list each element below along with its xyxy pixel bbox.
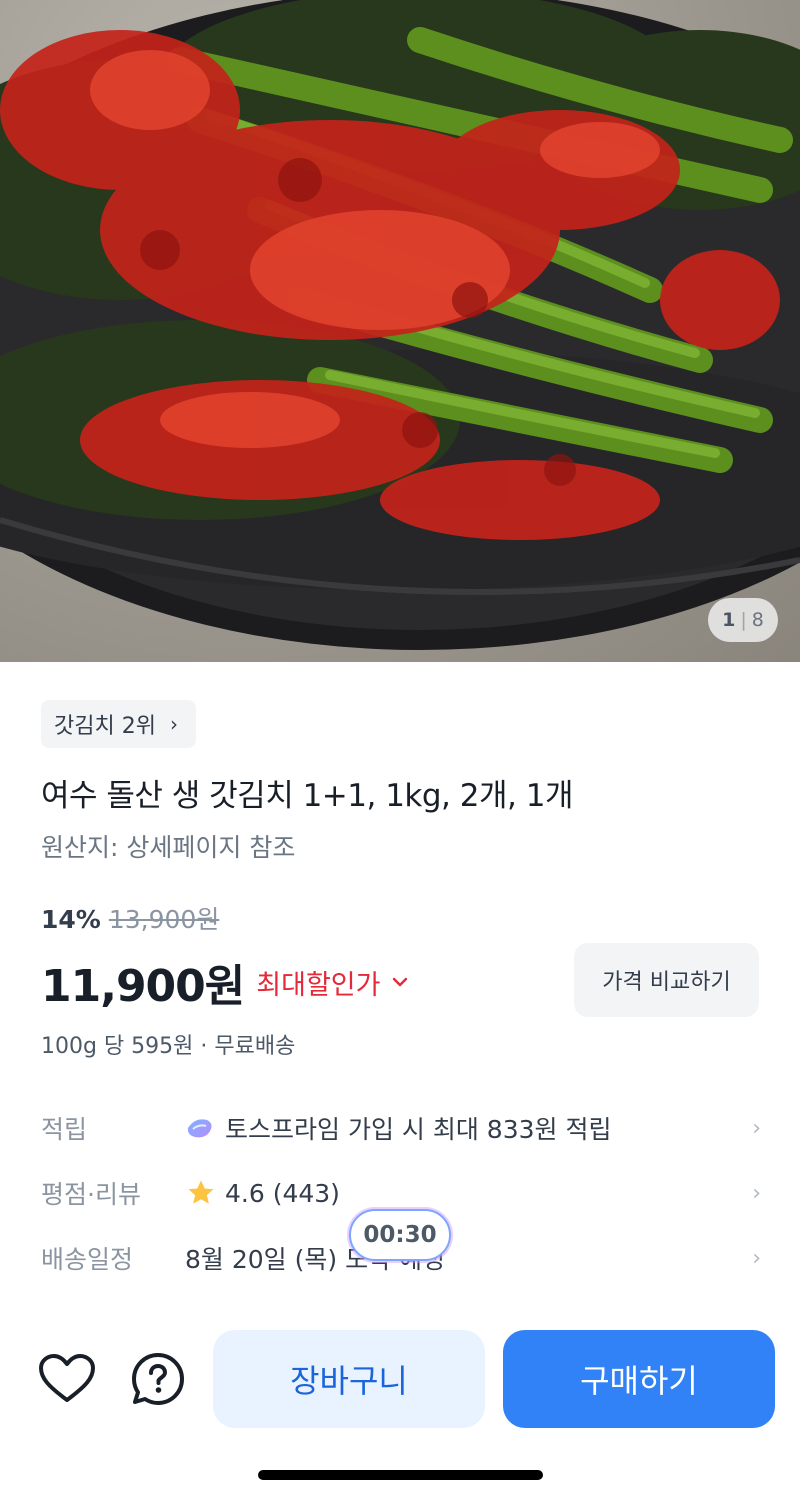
counter-total: 8: [751, 609, 764, 631]
discount-row: 14% 13,900원: [41, 900, 219, 936]
chevron-right-icon: ›: [752, 1245, 761, 1271]
product-title: 여수 돌산 생 갓김치 1+1, 1kg, 2개, 1개: [41, 778, 573, 814]
counter-current: 1: [722, 609, 736, 631]
rank-badge-label: 갓김치 2위: [54, 714, 156, 739]
sale-price: 11,900원: [41, 961, 245, 1012]
info-row-label: 배송일정: [41, 1245, 134, 1274]
kimchi-photo: [0, 0, 800, 650]
home-indicator[interactable]: [258, 1470, 543, 1480]
toss-prime-icon: [187, 1119, 212, 1138]
rank-badge[interactable]: 갓김치 2위 ›: [41, 700, 196, 748]
chevron-right-icon: ›: [169, 712, 178, 736]
max-discount-toggle[interactable]: 최대할인가: [256, 963, 408, 1002]
info-row-label: 적립: [41, 1115, 88, 1144]
chevron-down-icon: [393, 977, 408, 987]
image-counter: 1 | 8: [708, 598, 778, 642]
price-row: 11,900원 최대할인가: [41, 950, 408, 1014]
product-image[interactable]: 1 | 8: [0, 0, 800, 662]
info-row-value: 4.6 (443): [185, 1177, 340, 1209]
points-text: 토스프라임 가입 시 최대 833원 적립: [225, 1115, 612, 1144]
star-icon: [188, 1180, 214, 1204]
counter-separator: |: [740, 609, 747, 631]
chevron-right-icon: ›: [752, 1180, 761, 1206]
chevron-right-icon: ›: [752, 1115, 761, 1141]
wishlist-button[interactable]: [37, 1349, 97, 1409]
timer-badge[interactable]: 00:30: [349, 1209, 451, 1261]
info-row-label: 평점·리뷰: [41, 1180, 141, 1209]
info-row-value: 토스프라임 가입 시 최대 833원 적립: [185, 1110, 611, 1146]
buy-now-button[interactable]: 구매하기: [503, 1330, 775, 1428]
question-chat-icon: [132, 1353, 184, 1405]
discount-percent: 14%: [41, 905, 101, 934]
unit-price: 100g 당 595원 · 무료배송: [41, 1034, 296, 1059]
product-origin: 원산지: 상세페이지 참조: [41, 833, 296, 862]
rating-text: 4.6 (443): [225, 1178, 340, 1208]
heart-icon: [39, 1354, 95, 1402]
inquiry-button[interactable]: [128, 1349, 188, 1409]
price-compare-button[interactable]: 가격 비교하기: [574, 943, 759, 1017]
max-discount-label: 최대할인가: [256, 969, 381, 1001]
info-row-points[interactable]: 적립 토스프라임 가입 시 최대 833원 적립 ›: [41, 1105, 761, 1151]
add-to-cart-button[interactable]: 장바구니: [213, 1330, 485, 1428]
original-price: 13,900원: [108, 905, 220, 934]
